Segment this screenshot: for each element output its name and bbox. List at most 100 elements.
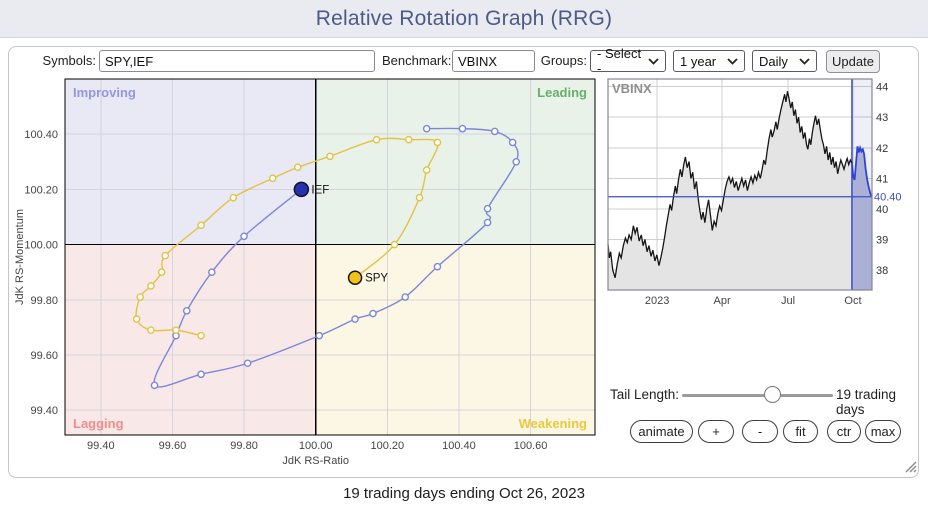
period-select[interactable]: 1 year [673,50,745,72]
svg-text:40: 40 [876,204,888,216]
chevron-down-icon [727,57,738,65]
tail-point [161,251,170,260]
svg-text:Jul: Jul [781,295,795,307]
tail-point [132,315,141,323]
groups-label: Groups: [540,53,587,68]
header-bar: Relative Rotation Graph (RRG) [0,0,928,38]
chevron-down-icon [799,57,810,65]
tail-point [197,370,205,379]
tail-length-slider-thumb[interactable] [764,386,782,403]
svg-text:Leading: Leading [537,85,587,100]
tail-point [136,293,145,301]
rrg-marker-label: IEF [311,184,329,196]
tail-point [268,174,277,183]
update-button[interactable]: Update [826,50,880,73]
svg-text:38: 38 [876,265,888,277]
tail-length-value: 19 trading days [836,387,897,417]
tail-point [293,163,302,172]
frequency-select-value: Daily [759,53,788,69]
footer-caption: 19 trading days ending Oct 26, 2023 [343,485,585,502]
svg-text:43: 43 [876,112,888,124]
tail-point [458,124,467,133]
tail-point [150,381,159,390]
period-select-value: 1 year [680,53,717,69]
svg-text:JdK RS-Momentum: JdK RS-Momentum [14,209,26,305]
center-button[interactable]: ctr [827,420,861,443]
tail-point [369,309,377,318]
chevron-down-icon [648,57,659,65]
frequency-select[interactable]: Daily [752,50,817,72]
tail-point [229,193,238,202]
rrg-chart[interactable]: Improving Leading Lagging Weakening 99.40 99.… [10,76,610,476]
benchmark-chart-title: VBINX [612,81,652,96]
rrg-marker-ief[interactable] [293,181,310,198]
svg-text:Oct: Oct [844,295,861,307]
benchmark-input[interactable] [452,50,535,72]
price-area [608,91,872,290]
tail-point [404,135,413,144]
svg-text:2023: 2023 [645,295,669,307]
max-button[interactable]: max [865,420,901,443]
tail-point [197,221,205,230]
svg-text:100.40: 100.40 [442,440,476,452]
tail-point [372,135,381,144]
tail-point [415,193,424,202]
svg-text:99.80: 99.80 [230,440,258,452]
svg-text:99.40: 99.40 [30,405,58,417]
svg-text:Weakening: Weakening [519,416,587,431]
tail-point [483,218,492,227]
rrg-marker-spy[interactable] [347,270,363,285]
svg-text:100.00: 100.00 [299,440,333,452]
groups-select[interactable]: - Select - [590,46,666,76]
svg-text:41: 41 [876,173,888,185]
svg-text:99.60: 99.60 [159,440,187,452]
svg-text:40.40: 40.40 [874,192,902,204]
tail-length-label: Tail Length: [610,387,680,402]
tail-point [157,268,166,276]
tail-point [508,138,517,147]
symbols-input[interactable] [99,50,375,72]
tail-point [422,124,431,133]
page-title: Relative Rotation Graph (RRG) [315,7,613,30]
tail-point [490,127,499,136]
svg-text:42: 42 [876,143,888,155]
benchmark-price-chart[interactable]: VBINX 44 43 42 41 40 39 38 40.40 2023 Apr Jul Oct [600,76,926,308]
svg-text:100.40: 100.40 [24,129,58,141]
svg-text:44: 44 [876,82,888,94]
tail-point [182,307,191,315]
tail-point [483,204,492,213]
fit-button[interactable]: fit [783,420,818,443]
tail-point [422,166,431,174]
svg-text:Lagging: Lagging [73,416,124,431]
animate-button[interactable]: animate [630,420,693,443]
svg-text:100.00: 100.00 [24,240,58,252]
tail-point [208,268,216,276]
zoom-in-button[interactable]: + [698,420,734,443]
svg-text:99.80: 99.80 [30,295,58,307]
benchmark-label: Benchmark: [382,53,452,68]
svg-text:99.40: 99.40 [87,440,115,452]
svg-text:100.60: 100.60 [514,440,548,452]
svg-text:Improving: Improving [73,85,136,100]
zoom-out-button[interactable]: - [742,420,778,443]
tail-point [326,152,334,161]
tail-point [147,326,155,334]
tail-point [390,240,399,249]
svg-text:JdK RS-Ratio: JdK RS-Ratio [282,455,349,467]
tail-point [401,293,410,301]
resize-handle-icon[interactable] [902,458,917,473]
rrg-marker-label: SPY [365,273,388,285]
tail-point [351,315,359,323]
tail-point [197,331,205,340]
svg-text:Apr: Apr [713,295,730,307]
tail-point [433,138,442,147]
tail-point [433,262,442,271]
svg-text:39: 39 [876,235,888,247]
tail-length-slider-track[interactable] [682,394,833,397]
svg-text:100.20: 100.20 [24,184,58,196]
rrg-quadrants [65,79,595,435]
tail-point [240,232,248,241]
tail-point [147,282,155,290]
svg-text:99.60: 99.60 [30,350,58,362]
tail-point [315,331,324,340]
